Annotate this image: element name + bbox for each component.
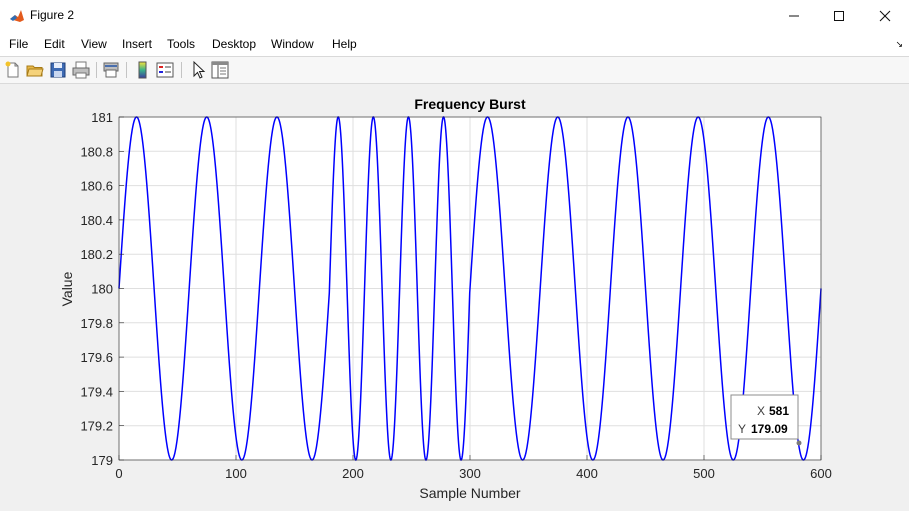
y-tick-label: 180.4 xyxy=(80,213,113,228)
y-tick-label: 179.2 xyxy=(80,419,113,434)
y-tick-label: 179.4 xyxy=(80,384,113,399)
dock-arrow-icon[interactable]: ↘ xyxy=(895,39,903,50)
x-tick-label: 500 xyxy=(693,466,715,481)
title-bar: Figure 2 xyxy=(0,0,909,31)
window-title: Figure 2 xyxy=(30,8,75,22)
y-axis-label: Value xyxy=(59,271,75,306)
menu-desktop[interactable]: Desktop xyxy=(212,37,256,51)
new-figure-icon[interactable] xyxy=(3,60,23,80)
maximize-icon xyxy=(834,10,844,21)
menu-file[interactable]: File xyxy=(9,37,28,51)
matlab-logo-icon xyxy=(9,8,25,24)
datatip-y-value: 179.09 xyxy=(751,422,788,436)
x-tick-label: 300 xyxy=(459,466,481,481)
open-file-icon[interactable] xyxy=(25,60,45,80)
legend-icon[interactable] xyxy=(155,60,175,80)
x-tick-label: 100 xyxy=(225,466,247,481)
minimize-icon xyxy=(789,15,799,16)
minimize-button[interactable] xyxy=(771,0,817,31)
colorbar-icon[interactable] xyxy=(133,60,153,80)
y-tick-label: 179.8 xyxy=(80,316,113,331)
y-tick-label: 179 xyxy=(91,453,113,468)
toolbar-separator xyxy=(126,62,127,78)
y-tick-label: 180.8 xyxy=(80,144,113,159)
figure-canvas: Frequency Burst 0 100 200 300 400 500 600 179 17… xyxy=(0,84,909,506)
datatip-y-label: Y xyxy=(738,422,746,436)
toolbar-separator xyxy=(96,62,97,78)
menu-help[interactable]: Help xyxy=(332,37,357,51)
toolbar-separator xyxy=(181,62,182,78)
menu-window[interactable]: Window xyxy=(271,37,314,51)
x-tick-label: 600 xyxy=(810,466,832,481)
x-tick-label: 400 xyxy=(576,466,598,481)
y-tick-label: 180.2 xyxy=(80,247,113,262)
x-axis-label: Sample Number xyxy=(419,485,520,501)
print-icon[interactable] xyxy=(71,60,91,80)
datatip-x-value: 581 xyxy=(769,404,789,418)
x-tick-label: 200 xyxy=(342,466,364,481)
save-icon[interactable] xyxy=(48,60,68,80)
menu-edit[interactable]: Edit xyxy=(44,37,65,51)
y-tick-label: 180.6 xyxy=(80,179,113,194)
datatip-marker[interactable] xyxy=(796,440,802,446)
menu-insert[interactable]: Insert xyxy=(122,37,152,51)
plot-svg: Frequency Burst 0 100 200 300 400 500 600 179 17… xyxy=(59,96,832,501)
x-tick-label: 0 xyxy=(115,466,122,481)
menu-tools[interactable]: Tools xyxy=(167,37,195,51)
menu-bar: File Edit View Insert Tools Desktop Wind… xyxy=(0,31,909,57)
property-editor-icon[interactable] xyxy=(210,60,230,80)
datatip[interactable]: X 581 Y 179.09 xyxy=(730,394,802,446)
toolbar xyxy=(0,57,909,84)
close-icon xyxy=(879,10,891,21)
menu-view[interactable]: View xyxy=(81,37,107,51)
chart-title: Frequency Burst xyxy=(414,96,526,112)
datatip-x-label: X xyxy=(757,404,765,418)
close-button[interactable] xyxy=(862,0,908,31)
y-tick-label: 181 xyxy=(91,110,113,125)
print-preview-icon[interactable] xyxy=(101,60,121,80)
maximize-button[interactable] xyxy=(816,0,862,31)
y-tick-label: 179.6 xyxy=(80,350,113,365)
y-tick-label: 180 xyxy=(91,282,113,297)
pointer-icon[interactable] xyxy=(188,60,208,80)
